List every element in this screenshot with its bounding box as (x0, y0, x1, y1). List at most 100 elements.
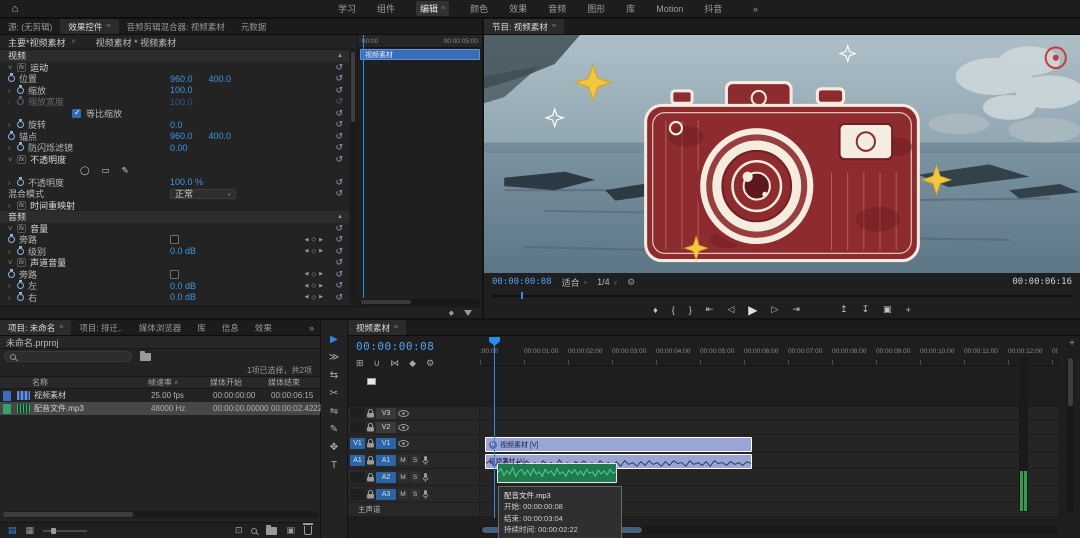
transport-button[interactable]: ♦ (653, 305, 658, 315)
automate-to-sequence-button[interactable]: ⊡ (235, 525, 243, 536)
stopwatch-icon[interactable] (17, 282, 24, 289)
param-value[interactable]: 0.0 dB (170, 292, 196, 302)
ellipse-mask-icon[interactable]: ◯ (80, 165, 90, 176)
param-checkbox[interactable] (170, 270, 179, 279)
timeline-vscrollbar[interactable] (1067, 356, 1074, 512)
item-name[interactable]: 视频素材 (34, 390, 151, 401)
prev-keyframe-icon[interactable] (305, 283, 309, 289)
label-color-chip[interactable] (3, 404, 11, 414)
param-value-2[interactable]: 400.0 (209, 131, 232, 141)
track-name[interactable]: A3 (376, 489, 396, 500)
prev-keyframe-icon[interactable] (305, 248, 309, 254)
reset-icon[interactable]: ↺ (335, 188, 343, 199)
source-patch[interactable] (350, 408, 365, 419)
disclosure-arrow-icon[interactable]: › (8, 281, 17, 290)
monitor-seek-bar[interactable] (492, 292, 1072, 299)
section-collapse-icon[interactable]: ▲ (337, 214, 343, 220)
track-lock-icon[interactable] (367, 439, 374, 448)
search-bin-icon[interactable] (140, 353, 151, 361)
workspace-item[interactable]: 学习 (338, 2, 356, 15)
workspace-item[interactable]: 抖音 (704, 2, 722, 15)
stopwatch-icon[interactable] (8, 133, 15, 140)
workspace-item[interactable]: 库 (626, 2, 635, 15)
reset-icon[interactable]: ↺ (335, 142, 343, 153)
project-item-row[interactable]: 配音文件.mp3 48000 Hz 00:00:00.00000 00:00:0… (0, 402, 320, 415)
next-keyframe-icon[interactable] (319, 294, 323, 300)
next-keyframe-icon[interactable] (319, 271, 323, 277)
label-color-chip[interactable] (3, 391, 11, 401)
mini-clip-bar[interactable]: 视频素材 (360, 49, 480, 60)
transport-button[interactable]: + (906, 305, 911, 315)
track-name[interactable]: A1 (376, 455, 396, 466)
timeline-toolbar-icon[interactable]: ∪ (374, 358, 381, 369)
transport-button[interactable]: ↧ (862, 304, 870, 315)
track-lock-icon[interactable] (367, 473, 374, 482)
panel-tab[interactable]: 元数据 (233, 19, 275, 34)
new-bin-button[interactable] (266, 527, 277, 535)
fx-badge-icon[interactable]: fx (17, 63, 26, 72)
param-value[interactable]: 100.0 (170, 97, 193, 107)
param-value[interactable]: 960.0 (170, 74, 193, 84)
source-patch[interactable]: A1 (350, 455, 365, 466)
track-name[interactable]: V2 (376, 422, 396, 433)
disclosure-arrow-icon[interactable]: ˅ (8, 258, 17, 267)
reset-icon[interactable]: ↺ (335, 108, 343, 119)
disclosure-arrow-icon[interactable]: › (8, 86, 17, 95)
project-hscrollbar[interactable] (2, 511, 318, 518)
home-icon[interactable]: ⌂ (0, 3, 30, 15)
add-keyframe-icon[interactable] (312, 271, 317, 278)
voiceover-audio-clip[interactable] (497, 463, 617, 483)
master-clip-label[interactable]: 主要*视频素材 (8, 36, 66, 49)
panel-menu-icon[interactable]: ≡ (441, 5, 445, 12)
panel-tab[interactable]: 项目: 未命名 ≡ (0, 320, 71, 335)
fx-badge-icon[interactable]: fx (17, 155, 26, 164)
panel-menu-icon[interactable]: ≡ (394, 324, 398, 331)
voice-over-record-icon[interactable] (422, 490, 429, 499)
param-checkbox[interactable] (170, 235, 179, 244)
seek-track[interactable] (492, 295, 1072, 297)
solo-track-button[interactable]: S (410, 455, 420, 465)
pen-mask-icon[interactable]: ✎ (122, 165, 129, 176)
tool-button[interactable]: ✥ (326, 440, 342, 454)
mute-track-button[interactable]: M (398, 455, 408, 465)
prev-keyframe-icon[interactable] (305, 271, 309, 277)
source-patch[interactable] (350, 472, 365, 483)
panel-menu-icon[interactable]: ≡ (59, 324, 63, 331)
transport-button[interactable]: ◁ (727, 304, 734, 315)
next-keyframe-icon[interactable] (319, 237, 323, 243)
filter-properties-icon[interactable] (464, 310, 472, 316)
new-item-button[interactable]: ▣ (286, 525, 295, 536)
fx-badge-icon[interactable]: fx (17, 224, 26, 233)
panel-menu-icon[interactable]: ≡ (106, 23, 110, 30)
source-patch[interactable]: V1 (350, 438, 365, 449)
panel-tab[interactable]: 效果 (247, 320, 280, 335)
track-lock-icon[interactable] (367, 409, 374, 418)
section-collapse-icon[interactable]: ▲ (337, 53, 343, 59)
param-value[interactable]: 100.0 (170, 85, 193, 95)
workspace-item[interactable]: 颜色 (470, 2, 488, 15)
add-keyframe-icon[interactable] (312, 282, 317, 289)
timeline-toolbar-icon[interactable]: ⋈ (390, 358, 399, 369)
track-name[interactable]: V3 (376, 408, 396, 419)
param-value[interactable]: 0.0 dB (170, 246, 196, 256)
reset-icon[interactable]: ↺ (335, 177, 343, 188)
tool-button[interactable]: ✎ (326, 422, 342, 436)
reset-icon[interactable]: ↺ (335, 257, 343, 268)
project-item-row[interactable]: 视频素材 25.00 fps 00:00:00:00 00:00:06:15 (0, 389, 320, 402)
panel-tab[interactable]: 信息 (214, 320, 247, 335)
panel-tab[interactable]: 项目: 排迁.. (71, 320, 130, 335)
stopwatch-icon[interactable] (17, 144, 24, 151)
column-media-end[interactable]: 媒体结束 (268, 377, 320, 388)
transport-button[interactable]: ⇥ (792, 304, 800, 315)
tool-button[interactable]: T (326, 458, 342, 472)
master-track-header[interactable]: 主声道 (348, 503, 479, 516)
workspace-item[interactable]: 组件 (377, 2, 395, 15)
track-lock-icon[interactable] (367, 423, 374, 432)
reset-icon[interactable]: ↺ (335, 131, 343, 142)
transport-button[interactable]: ↥ (840, 304, 848, 315)
transport-button[interactable]: } (689, 305, 692, 315)
program-frame[interactable] (484, 35, 1080, 273)
transport-button[interactable]: { (672, 305, 675, 315)
disclosure-arrow-icon[interactable]: ˅ (8, 224, 17, 233)
stopwatch-icon[interactable] (17, 294, 24, 301)
